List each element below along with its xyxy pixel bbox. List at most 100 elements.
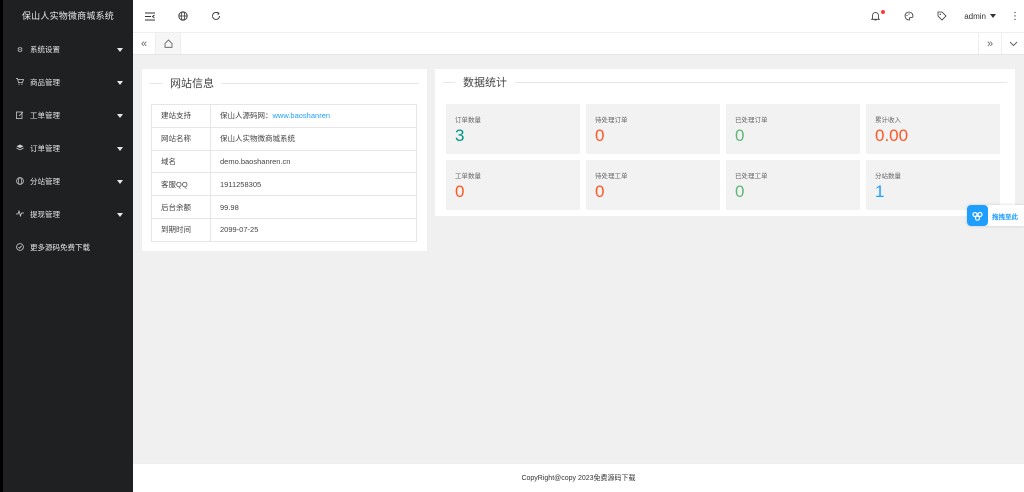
cart-icon (14, 78, 26, 87)
site-info-panel: 网站信息 建站支持 保山人源码网：www.baoshanren 网站名称 保山人… (142, 69, 427, 251)
stat-card-pending-tickets[interactable]: 待处理工单 0 (586, 160, 720, 210)
chevron-down-icon (117, 179, 123, 184)
support-link[interactable]: www.baoshanren (273, 111, 331, 120)
stats-title: 数据统计 (463, 77, 507, 89)
value-text: 保山人源码网： (220, 111, 273, 121)
chevron-down-icon (117, 80, 123, 85)
stat-value: 3 (455, 126, 465, 145)
baidu-icon (967, 205, 988, 226)
tabs-dropdown-button[interactable] (1001, 33, 1024, 54)
table-row: 网站名称 保山人实物微商城系统 (151, 126, 417, 151)
refresh-icon[interactable] (199, 0, 232, 33)
table-row: 到期时间 2099-07-25 (151, 217, 417, 242)
stat-label: 订单数量 (455, 117, 481, 124)
stat-label: 累计收入 (875, 117, 901, 124)
tab-bar: « » (133, 33, 1024, 55)
sidebar-item-label: 更多源码免费下载 (30, 243, 90, 252)
home-icon (164, 39, 172, 48)
stat-card-pending-orders[interactable]: 待处理订单 0 (586, 104, 720, 154)
tabs-prev-button[interactable]: « (133, 33, 156, 54)
stat-value: 0 (735, 182, 745, 201)
user-menu[interactable]: admin (958, 12, 1006, 21)
table-cell-value: demo.baoshanren.cn (210, 149, 417, 174)
table-cell-value: 1911258305 (210, 172, 417, 197)
chevron-down-icon (1009, 41, 1017, 46)
stat-label: 工单数量 (455, 173, 481, 180)
divider (150, 82, 162, 84)
table-cell-value: 2099-07-25 (210, 217, 417, 242)
sidebar-item-tickets[interactable]: 工单管理 (3, 99, 133, 132)
sidebar-item-system-settings[interactable]: ⚙ 系统设置 (3, 33, 133, 66)
stat-card-processed-tickets[interactable]: 已处理工单 0 (726, 160, 860, 210)
user-name: admin (964, 11, 986, 21)
tabs-next-button[interactable]: » (978, 33, 1001, 54)
sidebar-item-withdrawals[interactable]: 提现管理 (3, 198, 133, 231)
stat-card-orders[interactable]: 订单数量 3 (446, 104, 580, 154)
more-vertical-icon[interactable]: ⋮ (1006, 11, 1024, 22)
stat-value: 0 (455, 182, 465, 201)
check-circle-icon (14, 242, 26, 253)
tab-strip (181, 33, 978, 54)
site-info-title-bar: 网站信息 (142, 69, 427, 97)
chevron-down-icon (990, 14, 996, 18)
sidebar-item-label: 商品管理 (30, 78, 60, 87)
stat-value: 0.00 (875, 126, 909, 145)
sidebar-item-products[interactable]: 商品管理 (3, 66, 133, 99)
globe-icon[interactable] (166, 0, 199, 33)
stat-card-processed-orders[interactable]: 已处理订单 0 (726, 104, 860, 154)
sidebar-item-substations[interactable]: 分站管理 (3, 165, 133, 198)
tag-icon[interactable] (925, 0, 958, 33)
copyright-text: CopyRight@copy 2023免费源码下载 (521, 475, 636, 482)
table-row: 建站支持 保山人源码网：www.baoshanren (151, 104, 417, 128)
tab-home[interactable] (156, 33, 181, 54)
stat-value: 0 (595, 126, 605, 145)
divider (515, 81, 1007, 83)
table-cell-key: 客服QQ (151, 172, 211, 197)
sidebar-item-label: 工单管理 (30, 111, 60, 120)
site-info-title: 网站信息 (170, 78, 214, 90)
chevron-down-icon (117, 212, 123, 217)
sidebar-item-orders[interactable]: 订单管理 (3, 132, 133, 165)
stat-card-substations[interactable]: 分站数量 1 (866, 160, 1000, 210)
footer: CopyRight@copy 2023免费源码下载 (133, 463, 1024, 492)
chevron-down-icon (117, 113, 123, 118)
chevron-down-icon (117, 146, 123, 151)
stats-title-bar: 数据统计 (435, 69, 1015, 95)
stat-label: 待处理订单 (595, 117, 628, 124)
stat-label: 分站数量 (875, 173, 901, 180)
edit-icon (14, 111, 26, 121)
notification-dot (881, 9, 886, 14)
sidebar-item-label: 订单管理 (30, 144, 60, 153)
menu-shrink-icon[interactable] (133, 0, 166, 33)
stat-card-total-income[interactable]: 累计收入 0.00 (866, 104, 1000, 154)
pulse-icon (14, 209, 26, 219)
sidebar-item-more-source[interactable]: 更多源码免费下载 (3, 231, 133, 264)
stat-card-tickets[interactable]: 工单数量 0 (446, 160, 580, 210)
table-cell-key: 后台余额 (151, 195, 211, 219)
globe-icon (14, 176, 26, 187)
table-row: 域名 demo.baoshanren.cn (151, 149, 417, 174)
gear-icon: ⚙ (16, 46, 24, 54)
theme-icon[interactable] (892, 0, 925, 33)
table-cell-key: 网站名称 (151, 126, 211, 151)
drag-here-label: 拖拽至此 (992, 213, 1018, 221)
sidebar-item-label: 分站管理 (30, 177, 60, 186)
stat-label: 已处理订单 (735, 117, 768, 124)
stat-label: 已处理工单 (735, 173, 768, 180)
drag-here-widget[interactable]: 拖拽至此 (967, 205, 1024, 226)
stat-value: 0 (595, 182, 605, 201)
table-row: 客服QQ 1911258305 (151, 172, 417, 197)
sidebar-item-label: 提现管理 (30, 210, 60, 219)
divider (222, 82, 419, 84)
stat-value: 0 (735, 126, 745, 145)
table-cell-value: 保山人实物微商城系统 (210, 126, 417, 151)
table-cell-key: 域名 (151, 149, 211, 174)
site-info-table: 建站支持 保山人源码网：www.baoshanren 网站名称 保山人实物微商城… (151, 104, 417, 242)
table-cell-key: 到期时间 (151, 217, 211, 242)
table-row: 后台余额 99.98 (151, 195, 417, 219)
app-title: 保山人实物微商城系统 (21, 11, 114, 21)
stats-panel: 数据统计 订单数量 3 待处理订单 0 已处理订单 0 累计收入 0.00 工单… (435, 69, 1015, 216)
layers-icon (14, 144, 26, 153)
sidebar-item-label: 系统设置 (30, 45, 60, 54)
bell-icon[interactable] (859, 0, 892, 33)
